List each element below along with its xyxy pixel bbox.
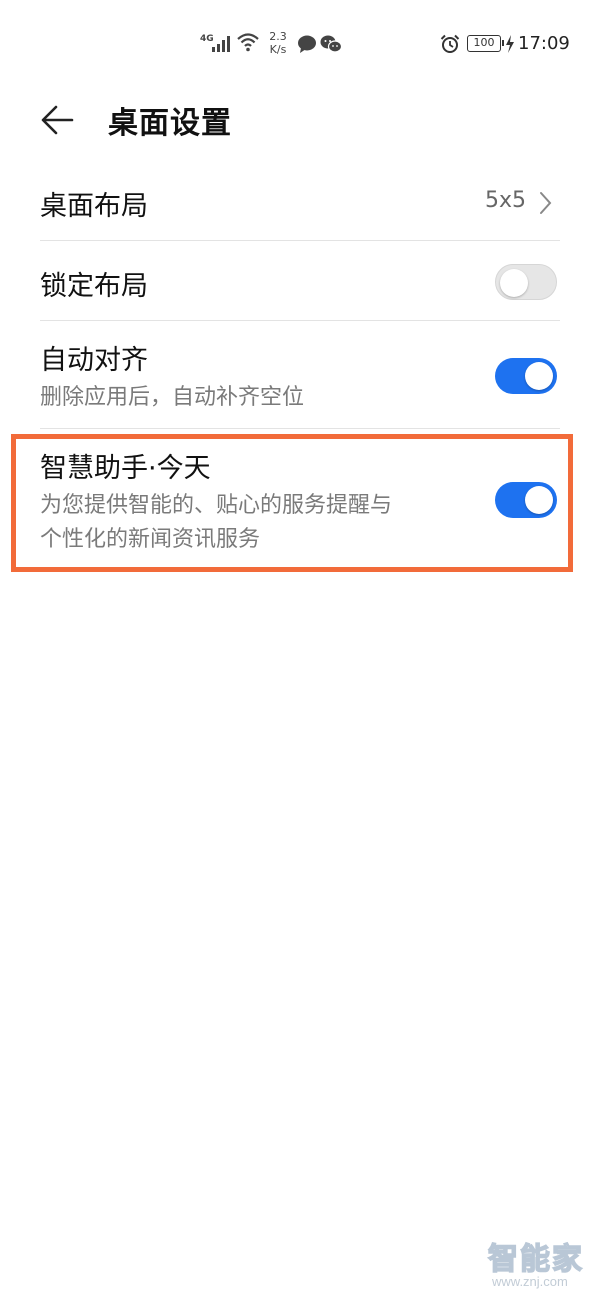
auto-align-toggle[interactable]: [495, 358, 557, 394]
back-arrow-icon[interactable]: [38, 100, 78, 140]
network-speed: 2.3 K/s: [266, 30, 290, 56]
divider: [40, 428, 560, 429]
message-icon: [298, 35, 316, 53]
setting-description-line: 个性化的新闻资讯服务: [40, 527, 261, 552]
wifi-icon: [237, 33, 259, 52]
setting-smart-assistant: 智慧助手·今天 为您提供智能的、贴心的服务提醒与 个性化的新闻资讯服务: [40, 446, 560, 562]
watermark-url: www.znj.com: [492, 1274, 568, 1289]
setting-label: 锁定布局: [40, 271, 148, 302]
toggle-knob: [500, 269, 528, 297]
page-title: 桌面设置: [108, 106, 232, 141]
smart-assistant-toggle[interactable]: [495, 482, 557, 518]
toggle-knob: [525, 362, 553, 390]
status-bar: 4G 2.3 K/s 100 17:09: [0, 0, 600, 90]
divider: [40, 240, 560, 241]
setting-label: 自动对齐: [40, 345, 148, 376]
setting-description-line: 为您提供智能的、贴心的服务提醒与: [40, 493, 393, 518]
speed-value: 2.3: [269, 30, 287, 43]
toggle-knob: [525, 486, 553, 514]
divider: [40, 320, 560, 321]
setting-description: 删除应用后，自动补齐空位: [40, 385, 305, 410]
watermark-logo: 智能家 www.znj.com: [487, 1234, 594, 1296]
layout-value: 5x5: [484, 188, 526, 213]
clock: 17:09: [518, 33, 570, 54]
app-bar: 桌面设置: [0, 92, 600, 148]
setting-label: 桌面布局: [40, 191, 148, 222]
battery-icon: 100: [467, 35, 504, 52]
setting-label: 智慧助手·今天: [40, 453, 211, 484]
speed-unit: K/s: [269, 43, 287, 56]
setting-desktop-layout[interactable]: 桌面布局 5x5: [40, 182, 560, 222]
signal-icon: [212, 36, 230, 52]
setting-lock-layout: 锁定布局: [40, 262, 560, 302]
wechat-icon: [320, 35, 342, 53]
chevron-right-icon: [540, 192, 552, 214]
alarm-icon: [440, 34, 460, 53]
watermark-brand: 智能家: [487, 1241, 584, 1277]
lock-layout-toggle[interactable]: [495, 264, 557, 300]
charging-icon: [506, 35, 514, 53]
setting-auto-align: 自动对齐 删除应用后，自动补齐空位: [40, 338, 560, 418]
